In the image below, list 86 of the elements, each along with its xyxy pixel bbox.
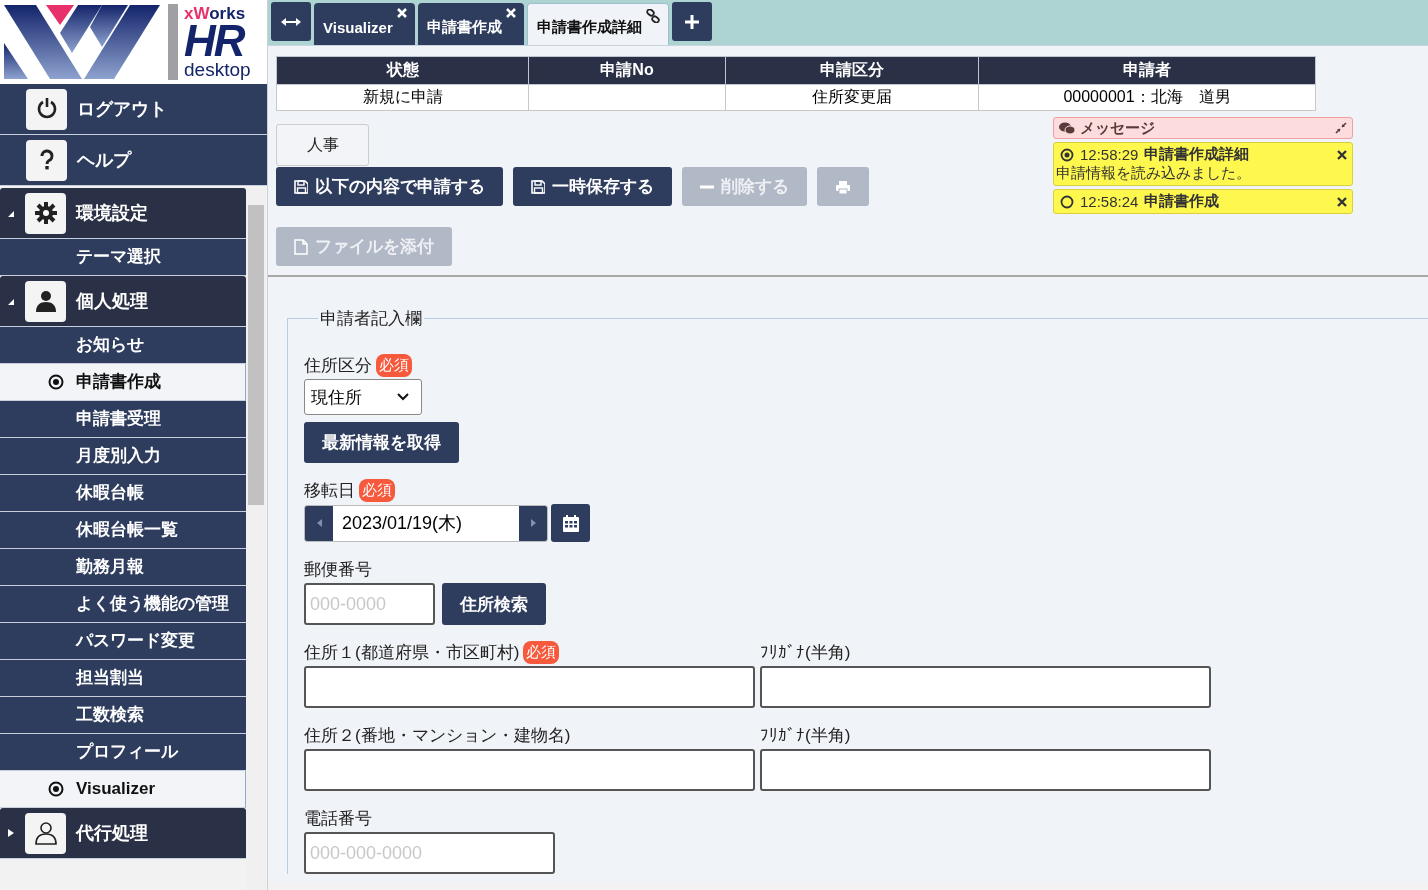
chat-bubbles-icon — [1059, 121, 1075, 135]
field-label: 電話番号 — [304, 808, 372, 830]
menu-item[interactable]: ログアウト — [0, 84, 267, 135]
table-cell: 00000001：北海 道男 — [978, 84, 1316, 111]
menu-item[interactable]: よく使う機能の管理 — [0, 586, 246, 623]
action-button[interactable]: 以下の内容で申請する — [276, 167, 503, 206]
menu-item[interactable]: プロフィール — [0, 734, 246, 771]
person-outline-icon — [33, 821, 58, 845]
close-icon — [1337, 196, 1347, 207]
required-badge: 必須 — [523, 641, 560, 664]
furigana-field[interactable] — [760, 666, 1211, 708]
menu-group-header[interactable]: 個人処理 — [0, 276, 246, 327]
document-icon — [294, 238, 308, 255]
field-label: 移転日 — [304, 480, 355, 502]
column-header: 申請者 — [978, 56, 1316, 85]
scrollbar-thumb[interactable] — [248, 205, 264, 505]
calendar-icon — [562, 514, 579, 532]
menu-item[interactable]: 月度別入力 — [0, 438, 246, 475]
section-legend: 申請者記入欄 — [318, 307, 424, 330]
close-button[interactable] — [1337, 196, 1347, 207]
field-label: 住所１(都道府県・市区町村) — [304, 642, 520, 664]
menu-item[interactable]: パスワード変更 — [0, 623, 246, 660]
radio-dot-icon — [48, 781, 64, 797]
column-header: 申請区分 — [725, 56, 979, 85]
menu-item[interactable]: ヘルプ — [0, 135, 267, 186]
tab[interactable]: 申請書作成詳細 — [526, 3, 669, 45]
field-label: 住所２(番地・マンション・建物名) — [304, 725, 571, 747]
message-text: 申請情報を読み込みました。 — [1056, 164, 1252, 183]
menu-item[interactable]: 休暇台帳 — [0, 475, 246, 512]
menu-group-header[interactable]: 環境設定 — [0, 188, 246, 239]
menu-item[interactable]: Visualizer — [0, 771, 246, 808]
edition-name: desktop — [184, 60, 251, 79]
message-time: 12:58:29 — [1080, 146, 1139, 163]
field-label: 住所区分 — [304, 355, 372, 377]
menu-item[interactable]: 勤務月報 — [0, 549, 246, 586]
collapse-arrows-icon — [1335, 122, 1347, 134]
menu-item[interactable]: 申請書受理 — [0, 401, 246, 438]
menu-item[interactable]: 申請書作成 — [0, 364, 246, 401]
add-tab-button[interactable] — [671, 2, 712, 41]
close-button[interactable] — [1337, 149, 1347, 160]
address-field[interactable] — [304, 666, 755, 708]
menu-group-header[interactable]: 代行処理 — [0, 808, 246, 859]
tab[interactable]: Visualizer — [314, 3, 415, 45]
furigana-field[interactable] — [760, 749, 1211, 791]
message-source: 申請書作成 — [1144, 192, 1221, 211]
column-header: 申請No — [528, 56, 726, 85]
address-type-dropdown[interactable]: 現住所 — [304, 379, 422, 415]
brand-name: xWorks — [184, 5, 246, 22]
address-search-button[interactable]: 住所検索 — [442, 583, 546, 625]
section-tab[interactable]: 人事 — [276, 124, 369, 166]
message-panel-header: メッセージ — [1053, 117, 1353, 139]
message-time: 12:58:24 — [1080, 193, 1139, 210]
tab[interactable]: 申請書作成 — [417, 3, 524, 45]
plus-icon — [684, 14, 699, 29]
message-source: 申請書作成詳細 — [1144, 145, 1251, 164]
swap-button[interactable] — [271, 2, 311, 41]
minimize-button[interactable] — [1335, 122, 1347, 134]
fetch-latest-button[interactable]: 最新情報を取得 — [304, 422, 459, 463]
chain-link-icon — [645, 9, 660, 23]
menu-item[interactable]: 工数検索 — [0, 697, 246, 734]
collapsed-triangle-icon — [7, 828, 15, 838]
menu-item[interactable]: テーマ選択 — [0, 239, 246, 276]
printer-icon — [835, 179, 851, 194]
double-arrow-icon — [281, 16, 301, 27]
person-icon — [33, 289, 58, 313]
radio-dot-icon — [48, 374, 64, 390]
gear-icon — [33, 201, 58, 225]
address-field[interactable] — [304, 749, 755, 791]
required-badge: 必須 — [359, 479, 395, 502]
table-cell: 新規に申請 — [276, 84, 529, 111]
field-label: ﾌﾘｶﾞﾅ(半角) — [760, 642, 852, 664]
field-label: ﾌﾘｶﾞﾅ(半角) — [760, 725, 852, 747]
chevron-down-icon — [397, 393, 409, 401]
required-badge: 必須 — [376, 354, 412, 377]
action-button[interactable]: 一時保存する — [513, 167, 672, 206]
product-name: HR — [184, 22, 244, 60]
menu-item[interactable]: お知らせ — [0, 327, 246, 364]
column-header: 状態 — [276, 56, 529, 85]
calendar-button[interactable] — [551, 504, 590, 542]
menu-item[interactable]: 担当割当 — [0, 660, 246, 697]
table-cell: 住所変更届 — [725, 84, 979, 111]
field-label: 郵便番号 — [304, 559, 372, 581]
close-icon — [1337, 149, 1347, 160]
close-icon — [396, 8, 407, 18]
menu-item[interactable]: 休暇台帳一覧 — [0, 512, 246, 549]
close-icon — [505, 8, 516, 18]
